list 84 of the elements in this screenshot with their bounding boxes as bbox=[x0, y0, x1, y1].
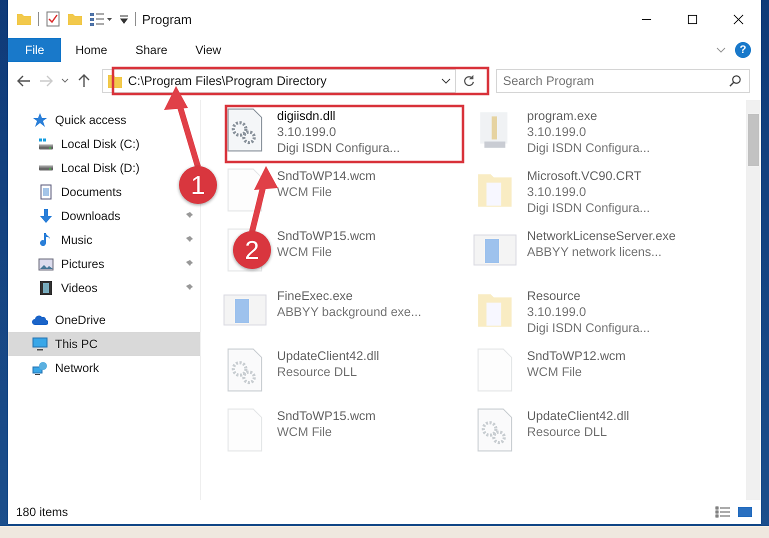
callout-arrow bbox=[249, 166, 278, 233]
list-dropdown-icon[interactable] bbox=[89, 11, 113, 27]
minimize-icon[interactable] bbox=[641, 18, 652, 20]
file-detail: ABBYY network licens... bbox=[527, 244, 663, 260]
sidebar-label: OneDrive bbox=[55, 313, 106, 327]
sidebar-item[interactable]: Quick access bbox=[8, 108, 200, 132]
sidebar-label: This PC bbox=[55, 337, 98, 351]
file-name[interactable]: SndToWP15.wcm bbox=[277, 228, 376, 244]
file-detail: 3.10.199.0 bbox=[277, 124, 338, 140]
sidebar-item[interactable]: Pictures bbox=[61, 257, 104, 271]
gear-file-icon bbox=[476, 408, 514, 452]
file-name[interactable]: UpdateClient42.dll bbox=[277, 348, 380, 364]
file-detail: 3.10.199.0 bbox=[527, 124, 588, 140]
file-detail: Digi ISDN Configura... bbox=[527, 200, 650, 216]
drive-icon bbox=[38, 165, 54, 171]
sidebar-label: Quick access bbox=[55, 113, 126, 127]
folder-icon bbox=[16, 11, 32, 27]
pictures-icon bbox=[38, 256, 54, 272]
file-detail: WCM File bbox=[277, 184, 333, 200]
gear-file-icon bbox=[226, 348, 264, 392]
file-name[interactable]: FineExec.exe bbox=[277, 288, 422, 304]
file-icon bbox=[226, 408, 264, 452]
file-name[interactable]: Microsoft.VC90.CRT bbox=[527, 168, 650, 184]
sidebar-item[interactable]: Network bbox=[8, 356, 200, 380]
sidebar-item[interactable]: Music bbox=[61, 233, 92, 247]
sidebar-item[interactable]: This PC bbox=[8, 332, 200, 356]
file-icon bbox=[476, 348, 514, 392]
file-detail: 3.10.199.0 bbox=[527, 184, 588, 200]
gear-file-icon bbox=[226, 108, 264, 152]
close-icon[interactable] bbox=[733, 14, 744, 24]
file-icon bbox=[226, 168, 264, 212]
sidebar-item[interactable]: Downloads bbox=[61, 209, 120, 223]
ribbon-tab[interactable]: Share bbox=[121, 38, 182, 62]
file-name[interactable]: UpdateClient42.dll bbox=[527, 408, 630, 424]
sidebar-label: Network bbox=[55, 361, 100, 375]
file-detail: WCM File bbox=[277, 424, 333, 440]
refresh-icon[interactable] bbox=[462, 74, 476, 88]
file-detail: 3.10.199.0 bbox=[527, 304, 588, 320]
file-tab[interactable]: File bbox=[8, 38, 62, 62]
sidebar-item[interactable]: Local Disk (D:) bbox=[61, 161, 140, 175]
ribbon-tab[interactable]: Home bbox=[61, 38, 122, 62]
back-arrow-icon[interactable] bbox=[16, 73, 32, 89]
file-detail: ABBYY background exe... bbox=[277, 304, 422, 320]
large-icons-view-icon[interactable] bbox=[737, 506, 753, 518]
file-name[interactable]: Resource bbox=[527, 288, 650, 304]
details-view-icon[interactable] bbox=[715, 506, 731, 518]
item-count: 180 items bbox=[16, 505, 68, 519]
address-field[interactable]: C:\Program Files\Program Directory bbox=[102, 69, 456, 93]
sidebar-item[interactable]: Local Disk (C:) bbox=[61, 137, 140, 151]
monitor-icon bbox=[32, 336, 48, 352]
file-name[interactable]: program.exe bbox=[527, 108, 650, 124]
search-icon[interactable] bbox=[729, 74, 742, 87]
window-title: Program bbox=[142, 12, 192, 26]
drive-icon bbox=[38, 136, 54, 152]
network-icon bbox=[32, 360, 48, 376]
file-detail: WCM File bbox=[277, 244, 333, 260]
sidebar-item[interactable]: Videos bbox=[61, 281, 98, 295]
file-name[interactable]: SndToWP14.wcm bbox=[277, 168, 376, 184]
film-icon bbox=[38, 280, 54, 296]
file-detail: Resource DLL bbox=[277, 364, 358, 380]
search-field[interactable]: Search Program bbox=[496, 69, 750, 93]
file-name[interactable]: digiisdn.dll bbox=[277, 108, 400, 124]
up-arrow-icon[interactable] bbox=[76, 73, 92, 89]
help-button[interactable]: ? bbox=[735, 42, 751, 58]
properties-icon[interactable] bbox=[45, 11, 61, 27]
sidebar-item[interactable]: Documents bbox=[61, 185, 122, 199]
ribbon-tab[interactable]: View bbox=[181, 38, 236, 62]
file-name[interactable]: SndToWP15.wcm bbox=[277, 408, 376, 424]
maximize-icon[interactable] bbox=[687, 14, 698, 24]
file-detail: Resource DLL bbox=[527, 424, 608, 440]
file-name[interactable]: NetworkLicenseServer.exe bbox=[527, 228, 676, 244]
file-detail: Digi ISDN Configura... bbox=[527, 320, 650, 336]
star-icon bbox=[32, 112, 48, 128]
chevron-down-icon[interactable] bbox=[441, 76, 451, 86]
download-icon bbox=[38, 208, 54, 224]
file-detail: Digi ISDN Configura... bbox=[527, 140, 650, 156]
document-icon bbox=[38, 184, 54, 200]
file-detail: Digi ISDN Configura... bbox=[277, 140, 400, 156]
scrollbar[interactable] bbox=[746, 100, 761, 500]
address-path: C:\Program Files\Program Directory bbox=[128, 74, 328, 88]
scrollbar-thumb[interactable] bbox=[748, 114, 759, 166]
sidebar-item[interactable]: OneDrive bbox=[8, 308, 200, 332]
file-detail: WCM File bbox=[527, 364, 583, 380]
file-name[interactable]: SndToWP12.wcm bbox=[527, 348, 626, 364]
